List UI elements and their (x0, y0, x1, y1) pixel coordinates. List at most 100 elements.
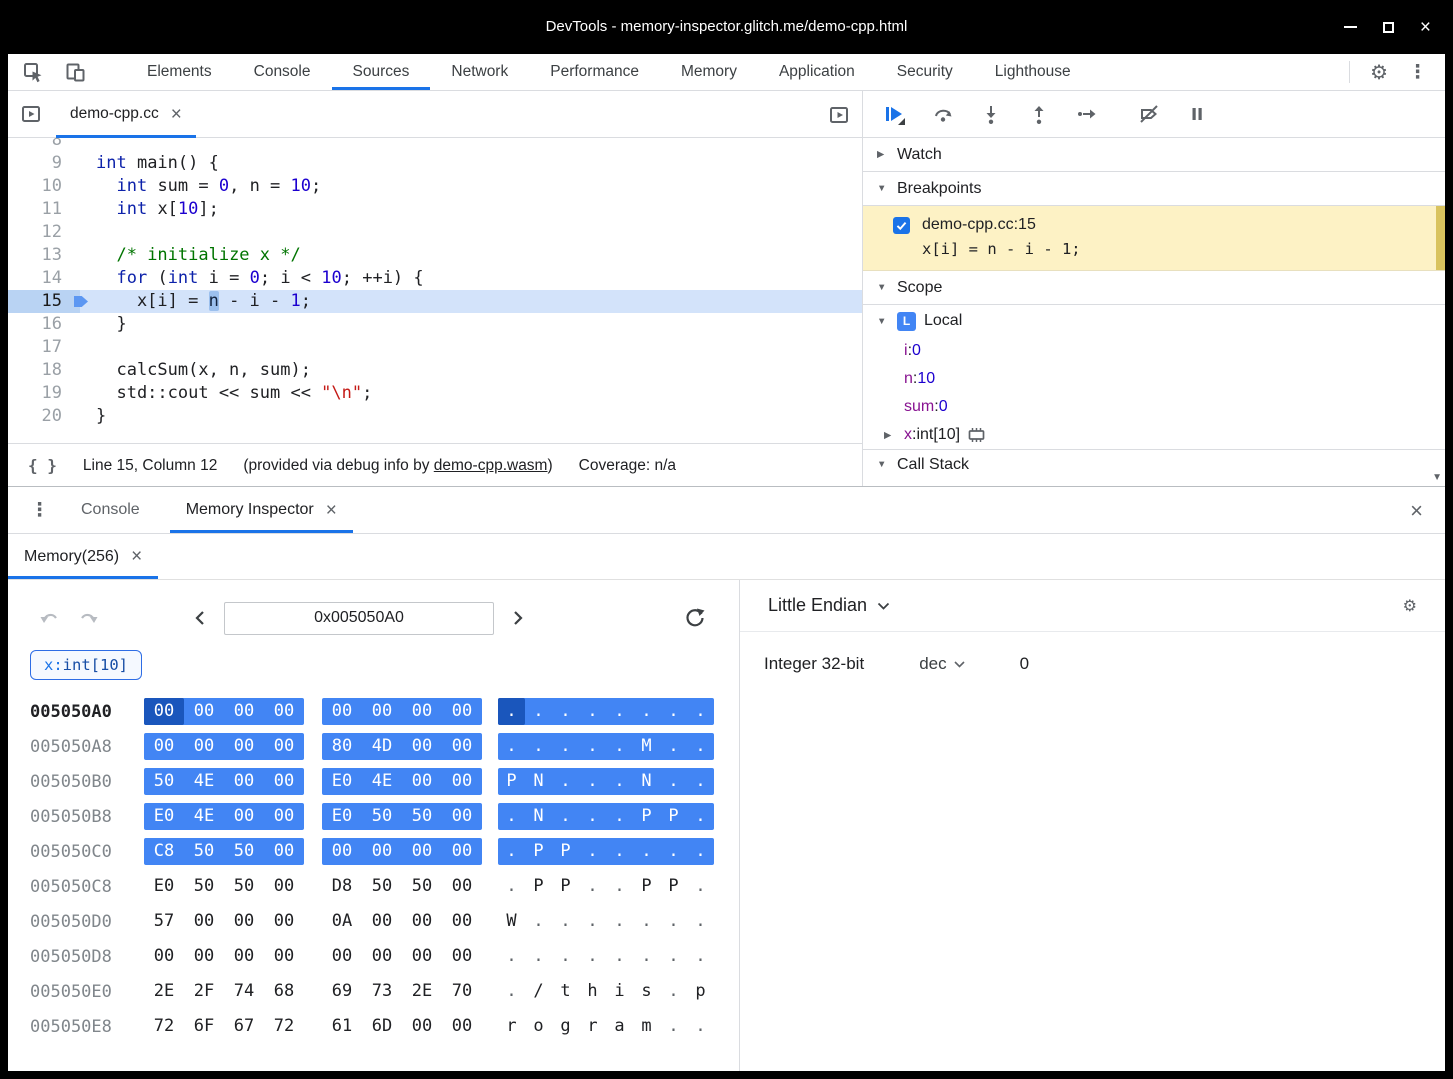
show-navigator-icon[interactable] (20, 103, 42, 125)
memory-byte[interactable]: 00 (224, 803, 264, 830)
memory-byte[interactable]: 00 (442, 908, 482, 935)
memory-byte[interactable]: 00 (442, 698, 482, 725)
line-number-18[interactable]: 18 (8, 359, 80, 382)
memory-byte[interactable]: 50 (224, 838, 264, 865)
memory-byte[interactable]: 00 (362, 838, 402, 865)
memory-byte[interactable]: E0 (322, 768, 362, 795)
memory-byte[interactable]: 00 (402, 908, 442, 935)
call-stack-section-header[interactable]: ▼ Call Stack (863, 449, 1445, 479)
memory-byte[interactable]: 00 (402, 733, 442, 760)
close-memory-inspector-tab-icon[interactable]: × (326, 501, 337, 520)
memory-byte[interactable]: 00 (402, 943, 442, 970)
memory-byte[interactable]: 2E (402, 978, 442, 1005)
memory-byte[interactable]: 50 (402, 803, 442, 830)
memory-byte[interactable]: D8 (322, 873, 362, 900)
memory-byte[interactable]: 00 (224, 733, 264, 760)
tab-elements[interactable]: Elements (126, 54, 233, 90)
memory-byte[interactable]: 00 (442, 768, 482, 795)
refresh-icon[interactable] (683, 606, 707, 630)
memory-byte[interactable]: 68 (264, 978, 304, 1005)
memory-byte[interactable]: 00 (322, 838, 362, 865)
watch-collapse-icon[interactable]: ▶ (877, 149, 897, 160)
tab-sources[interactable]: Sources (332, 54, 431, 90)
line-number-10[interactable]: 10 (8, 175, 80, 198)
line-number-16[interactable]: 16 (8, 313, 80, 336)
memory-byte[interactable]: 0A (322, 908, 362, 935)
chevron-down-icon[interactable] (877, 602, 890, 610)
line-number-20[interactable]: 20 (8, 405, 80, 428)
memory-byte[interactable]: 00 (264, 908, 304, 935)
pause-on-exceptions-icon[interactable] (1186, 103, 1208, 125)
inspect-element-icon[interactable] (22, 61, 44, 83)
minimize-icon[interactable] (1344, 26, 1357, 28)
memory-byte[interactable]: 4D (362, 733, 402, 760)
debug-info-link[interactable]: demo-cpp.wasm (434, 457, 548, 474)
memory-byte[interactable]: 00 (224, 908, 264, 935)
inspected-object-chip[interactable]: x: int[10] (30, 650, 142, 680)
memory-byte[interactable]: 00 (362, 943, 402, 970)
drawer-tab-console[interactable]: Console (65, 487, 156, 533)
line-number-17[interactable]: 17 (8, 336, 80, 359)
memory-byte[interactable]: E0 (144, 873, 184, 900)
tab-memory[interactable]: Memory (660, 54, 758, 90)
code-editor[interactable]: 89int main() {10 int sum = 0, n = 10;11 … (8, 138, 862, 443)
memory-byte[interactable]: E0 (144, 803, 184, 830)
line-number-12[interactable]: 12 (8, 221, 80, 244)
memory-byte[interactable]: 00 (442, 873, 482, 900)
memory-byte[interactable]: 00 (224, 943, 264, 970)
memory-byte[interactable]: 00 (322, 943, 362, 970)
address-input[interactable] (224, 602, 494, 635)
memory-byte[interactable]: 00 (442, 803, 482, 830)
scope-variable-x[interactable]: ▶x: int[10] (863, 421, 1445, 449)
memory-byte[interactable]: 72 (144, 1013, 184, 1040)
tab-performance[interactable]: Performance (529, 54, 660, 90)
memory-byte[interactable]: 00 (264, 768, 304, 795)
tab-network[interactable]: Network (430, 54, 529, 90)
memory-byte[interactable]: 00 (402, 1013, 442, 1040)
line-number-15[interactable]: 15 (8, 290, 80, 313)
memory-byte[interactable]: 57 (144, 908, 184, 935)
endianness-select[interactable]: Little Endian (768, 595, 867, 616)
memory-byte[interactable]: E0 (322, 803, 362, 830)
memory-byte[interactable]: 80 (322, 733, 362, 760)
drawer-menu-kebab-icon[interactable]: ⋮ (30, 499, 49, 522)
memory-byte[interactable]: 00 (264, 838, 304, 865)
file-tab-demo-cpp[interactable]: demo-cpp.cc × (56, 91, 196, 138)
line-number-19[interactable]: 19 (8, 382, 80, 405)
memory-byte[interactable]: 50 (402, 873, 442, 900)
memory-byte[interactable]: 00 (144, 698, 184, 725)
memory-view-tab[interactable]: Memory(256) × (8, 534, 158, 579)
scope-collapse-icon[interactable]: ▼ (877, 282, 897, 293)
line-number-14[interactable]: 14 (8, 267, 80, 290)
memory-byte[interactable]: 2F (184, 978, 224, 1005)
main-menu-kebab-icon[interactable]: ⋮ (1408, 61, 1427, 84)
memory-byte[interactable]: 00 (184, 733, 224, 760)
memory-byte[interactable]: 67 (224, 1013, 264, 1040)
memory-byte[interactable]: 00 (362, 698, 402, 725)
breakpoints-section-header[interactable]: ▼ Breakpoints (863, 172, 1445, 206)
interpreter-settings-gear-icon[interactable]: ⚙ (1403, 596, 1417, 616)
memory-byte[interactable]: 72 (264, 1013, 304, 1040)
open-memory-inspector-icon[interactable] (967, 427, 986, 443)
scope-section-header[interactable]: ▼ Scope (863, 271, 1445, 305)
scope-variable-sum[interactable]: sum: 0 (863, 393, 1445, 421)
memory-byte[interactable]: C8 (144, 838, 184, 865)
memory-byte[interactable]: 70 (442, 978, 482, 1005)
memory-byte[interactable]: 6F (184, 1013, 224, 1040)
memory-byte[interactable]: 00 (184, 908, 224, 935)
memory-byte[interactable]: 00 (224, 768, 264, 795)
close-file-tab-icon[interactable]: × (171, 105, 182, 124)
step-into-icon[interactable] (980, 103, 1002, 125)
value-format-select[interactable]: dec (919, 654, 964, 674)
memory-byte[interactable]: 69 (322, 978, 362, 1005)
device-toolbar-icon[interactable] (64, 61, 86, 83)
memory-byte[interactable]: 00 (402, 768, 442, 795)
memory-byte[interactable]: 00 (442, 943, 482, 970)
memory-byte[interactable]: 00 (184, 943, 224, 970)
memory-byte[interactable]: 50 (184, 873, 224, 900)
scope-local-row[interactable]: ▼ L Local (863, 305, 1445, 337)
line-number-9[interactable]: 9 (8, 152, 80, 175)
tab-security[interactable]: Security (876, 54, 974, 90)
tab-console[interactable]: Console (233, 54, 332, 90)
resume-script-icon[interactable] (883, 103, 906, 126)
